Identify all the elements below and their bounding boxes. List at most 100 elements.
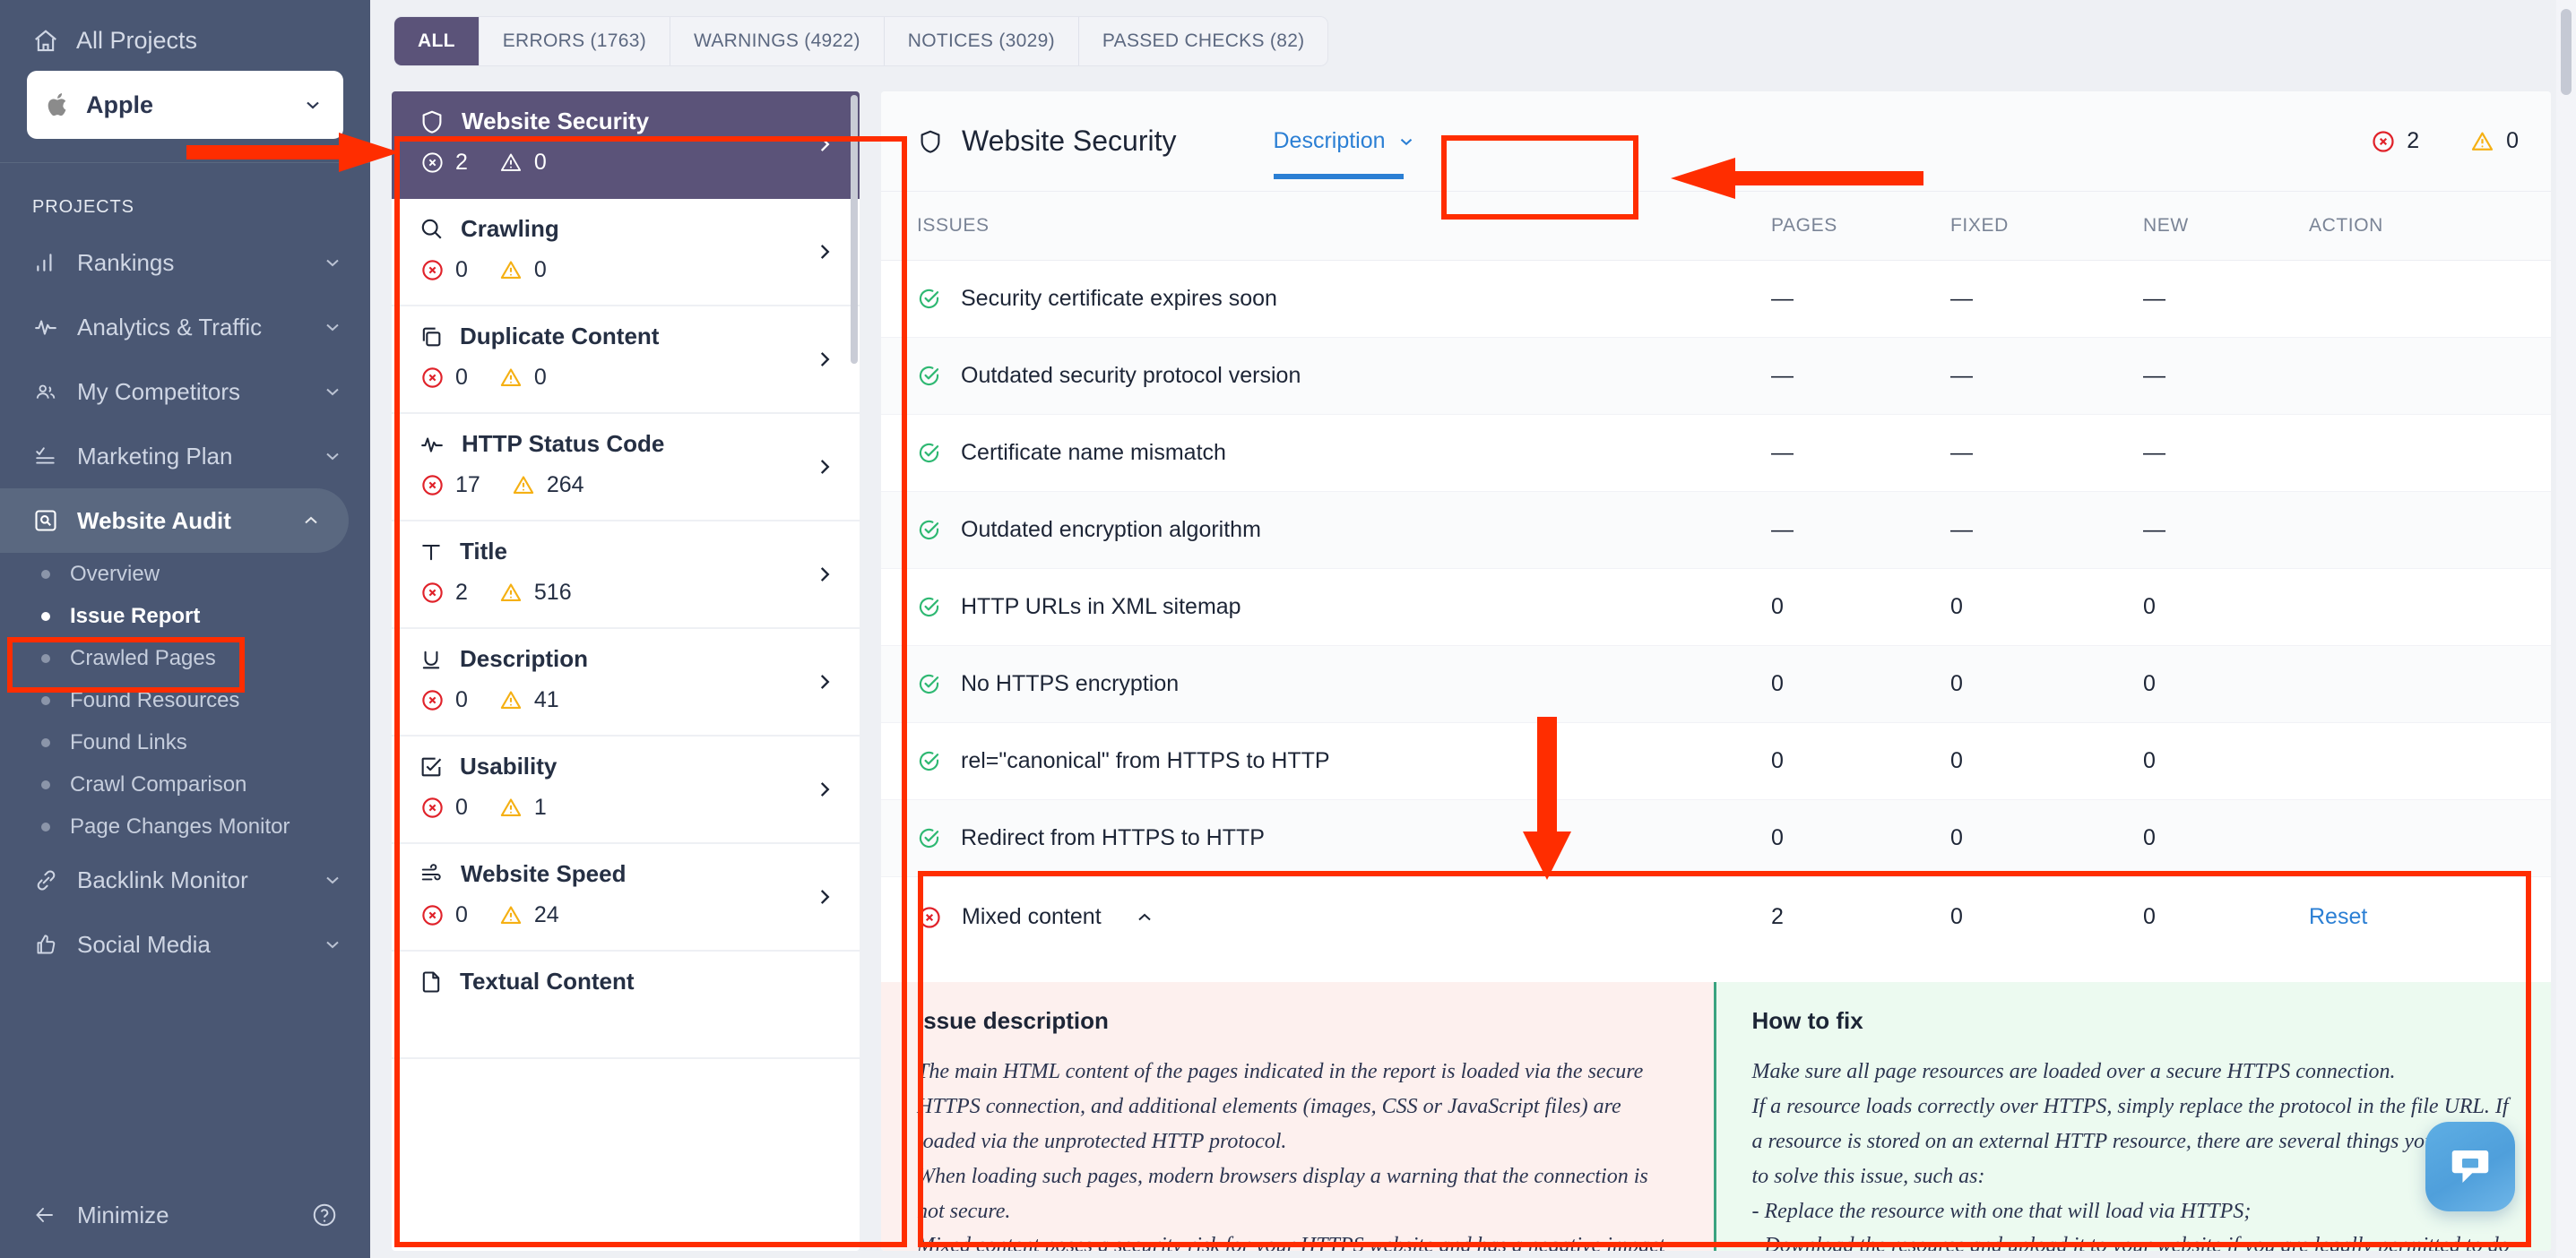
sidebar-item-crawled-pages[interactable]: Crawled Pages [0, 637, 370, 679]
header-warning-count: 0 [2469, 128, 2519, 154]
category-error-count: 0 [420, 257, 468, 283]
category-warning-count: 0 [498, 365, 547, 391]
sidebar-item-page-changes-monitor[interactable]: Page Changes Monitor [0, 806, 370, 848]
table-row[interactable]: No HTTPS encryption 0 0 0 [881, 645, 2551, 723]
category-item-title[interactable]: Title 2 516 [392, 521, 860, 629]
category-item-crawling[interactable]: Crawling 0 0 [392, 199, 860, 306]
category-item-description[interactable]: Description 0 41 [392, 629, 860, 737]
chat-widget-button[interactable] [2425, 1122, 2515, 1211]
chevron-down-icon [322, 869, 343, 891]
category-item-website-speed[interactable]: Website Speed 0 24 [392, 844, 860, 952]
count-value: 41 [533, 687, 559, 712]
chevron-right-icon [813, 668, 836, 695]
table-row[interactable]: Outdated encryption algorithm — — — [881, 491, 2551, 569]
tab-notices[interactable]: NOTICES (3029) [885, 17, 1079, 65]
table-row-expanded[interactable]: Mixed content 2 0 0 Reset [881, 877, 2551, 958]
page-scrollbar[interactable] [2556, 0, 2576, 1258]
chevron-right-icon [813, 561, 836, 588]
category-name: Crawling [461, 215, 559, 242]
issue-name: Security certificate expires soon [961, 286, 1277, 311]
warning-triangle-icon [498, 151, 523, 175]
category-name: Website Speed [461, 860, 627, 887]
how-to-fix-heading: How to fix [1751, 1007, 1863, 1034]
issue-name: Certificate name mismatch [961, 440, 1226, 465]
underline-u-icon [419, 647, 444, 672]
sidebar-item-overview[interactable]: Overview [0, 553, 370, 595]
sidebar-item-analytics-traffic[interactable]: Analytics & Traffic [0, 295, 370, 359]
tab-passed-checks[interactable]: PASSED CHECKS (82) [1079, 17, 1328, 65]
sidebar-all-projects[interactable]: All Projects [27, 20, 343, 71]
count-value: 264 [546, 472, 584, 497]
help-icon[interactable] [311, 1202, 338, 1228]
issue-description-heading: Issue description [917, 1007, 1109, 1034]
tab-warnings[interactable]: WARNINGS (4922) [670, 17, 885, 65]
sidebar-item-label: Website Audit [77, 506, 231, 534]
category-name: Description [460, 645, 589, 672]
sidebar-item-label: Rankings [77, 248, 175, 276]
issue-pages: 0 [1771, 645, 1950, 723]
table-row[interactable]: Security certificate expires soon — — — [881, 260, 2551, 338]
count-value: 0 [2506, 128, 2519, 153]
chevron-up-icon[interactable] [1134, 907, 1155, 928]
reset-button[interactable]: Reset [2309, 904, 2367, 929]
warning-triangle-icon [498, 903, 523, 927]
sidebar-item-social-media[interactable]: Social Media [0, 912, 370, 977]
issue-pages: — [1771, 337, 1950, 415]
sidebar-subitem-label: Crawl Comparison [70, 771, 247, 797]
project-selector[interactable]: Apple [27, 71, 343, 139]
category-list-scrollbar[interactable] [851, 95, 858, 364]
description-toggle[interactable]: Description [1273, 128, 1416, 179]
table-row[interactable]: Certificate name mismatch — — — [881, 414, 2551, 492]
issue-name: rel="canonical" from HTTPS to HTTP [961, 748, 1330, 773]
shield-icon [917, 128, 944, 155]
category-item-http-status-code[interactable]: HTTP Status Code 17 264 [392, 414, 860, 521]
issue-fixed: 0 [1950, 722, 2143, 800]
issue-pages: — [1771, 414, 1950, 492]
sidebar-item-marketing-plan[interactable]: Marketing Plan [0, 424, 370, 488]
sidebar-item-crawl-comparison[interactable]: Crawl Comparison [0, 763, 370, 806]
issue-name: Mixed content [962, 904, 1102, 929]
sidebar-item-rankings[interactable]: Rankings [0, 230, 370, 295]
issue-new: 0 [2143, 799, 2309, 877]
table-row[interactable]: HTTP URLs in XML sitemap 0 0 0 [881, 568, 2551, 646]
sidebar-item-issue-report[interactable]: Issue Report [0, 595, 370, 637]
sidebar-item-backlink-monitor[interactable]: Backlink Monitor [0, 848, 370, 912]
sidebar-item-website-audit[interactable]: Website Audit [0, 488, 349, 553]
sidebar-subitem-label: Found Resources [70, 687, 240, 712]
table-row[interactable]: rel="canonical" from HTTPS to HTTP 0 0 0 [881, 722, 2551, 800]
sidebar-item-found-links[interactable]: Found Links [0, 721, 370, 763]
error-circle-icon [420, 258, 445, 282]
detail-columns: Issue description The main HTML content … [881, 982, 2551, 1251]
count-value: 0 [455, 687, 468, 712]
table-header-row: ISSUES PAGES FIXED NEW ACTION [881, 192, 2551, 261]
active-underline [1273, 174, 1404, 179]
sidebar-item-found-resources[interactable]: Found Resources [0, 679, 370, 721]
minimize-button-label[interactable]: Minimize [77, 1202, 291, 1229]
category-item-duplicate-content[interactable]: Duplicate Content 0 0 [392, 306, 860, 414]
chevron-right-icon [813, 238, 836, 265]
arrow-left-icon[interactable] [32, 1204, 57, 1226]
issue-pages: 0 [1771, 722, 1950, 800]
thumbs-up-icon [32, 933, 59, 957]
warning-triangle-icon [498, 366, 523, 390]
chevron-down-icon [322, 934, 343, 955]
issue-new: — [2143, 491, 2309, 569]
category-item-usability[interactable]: Usability 0 1 [392, 737, 860, 844]
sidebar-item-my-competitors[interactable]: My Competitors [0, 359, 370, 424]
chevron-down-icon [302, 94, 324, 116]
chevron-up-icon [300, 510, 322, 531]
tab-errors[interactable]: ERRORS (1763) [480, 17, 671, 65]
chat-bubble-icon [2446, 1142, 2494, 1191]
category-name: HTTP Status Code [462, 430, 665, 457]
issue-panel-header: Website Security Description 2 0 [881, 91, 2551, 192]
table-row[interactable]: Redirect from HTTPS to HTTP 0 0 0 [881, 799, 2551, 877]
table-row[interactable]: Outdated security protocol version — — — [881, 337, 2551, 415]
column-header-action: ACTION [2309, 192, 2551, 261]
category-item-textual-content[interactable]: Textual Content [392, 952, 860, 1059]
category-error-count: 0 [420, 902, 468, 928]
scrollbar-thumb[interactable] [2561, 9, 2572, 95]
count-value: 2 [2407, 128, 2420, 153]
tab-all[interactable]: ALL [394, 17, 480, 65]
category-item-website-security[interactable]: Website Security 2 0 [392, 91, 860, 199]
issue-action [2309, 722, 2551, 800]
